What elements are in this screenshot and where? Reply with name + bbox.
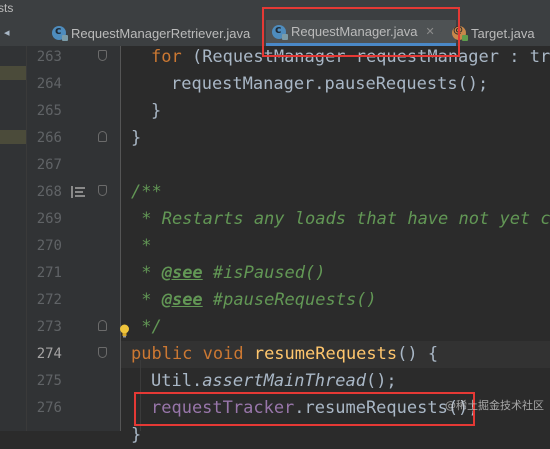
line-number: 264 <box>36 76 62 92</box>
code-line: 275 Util.assertMainThread(); <box>0 368 550 395</box>
javadoc-link[interactable]: #pauseRequests() <box>203 290 377 310</box>
code-text: Util.assertMainThread(); <box>151 368 397 395</box>
line-number: 273 <box>36 319 62 335</box>
keyword: for <box>151 47 182 67</box>
code-text: requestManager.pauseRequests(); <box>171 74 489 94</box>
tab-label: RequestManagerRetriever.java <box>71 25 251 41</box>
watermark: @稀土掘金技术社区 <box>445 399 544 412</box>
javadoc-link[interactable]: #isPaused() <box>203 263 326 283</box>
code-text: } <box>131 128 142 148</box>
comment-text: * <box>131 236 152 256</box>
code-text: public void resumeRequests() { <box>131 341 438 368</box>
fold-marker-icon[interactable] <box>98 50 107 61</box>
line-number: 267 <box>36 157 62 173</box>
fold-marker-icon[interactable] <box>98 185 107 196</box>
fold-marker-icon[interactable] <box>98 320 107 331</box>
code-text: (); <box>365 371 397 391</box>
static-method-call[interactable]: assertMainThread <box>202 371 366 391</box>
highlight-box-tab <box>262 7 460 57</box>
code-line: 270 * <box>0 233 550 260</box>
highlight-box-code <box>134 392 475 426</box>
code-line: 269 * Restarts any loads that have not y… <box>0 206 550 233</box>
code-line: 267 <box>0 152 550 179</box>
breadcrumb[interactable]: sts <box>0 1 13 15</box>
line-number: 269 <box>36 211 62 227</box>
code-text: } <box>131 425 142 445</box>
line-number: 268 <box>36 184 62 200</box>
java-class-icon <box>52 24 68 41</box>
code-line: 266 } <box>0 125 550 152</box>
line-number: 270 <box>36 238 62 254</box>
line-number: 276 <box>36 400 62 416</box>
comment-text: /** <box>131 182 162 202</box>
lightbulb-icon[interactable] <box>119 324 130 338</box>
code-line: 272 * @see #pauseRequests() <box>0 287 550 314</box>
javadoc-tag: @see <box>161 263 203 283</box>
javadoc-tag: @see <box>161 290 203 310</box>
line-number: 265 <box>36 103 62 119</box>
line-number: 271 <box>36 265 62 281</box>
line-number: 274 <box>36 346 62 362</box>
comment-text: */ <box>131 317 162 337</box>
tab-target[interactable]: Target.java <box>446 20 550 46</box>
render-doc-icon[interactable] <box>71 186 85 198</box>
code-line: 271 * @see #isPaused() <box>0 260 550 287</box>
comment-text: * <box>131 263 162 283</box>
comment-text: * <box>131 290 162 310</box>
method-name[interactable]: resumeRequests <box>254 344 397 364</box>
code-text: Util. <box>151 371 203 391</box>
code-text: () { <box>397 344 439 364</box>
line-number: 275 <box>36 373 62 389</box>
line-number: 272 <box>36 292 62 308</box>
fold-marker-icon[interactable] <box>98 347 107 358</box>
code-line: } <box>0 422 550 449</box>
comment-text: * @see #isPaused() <box>131 260 326 287</box>
tab-label: Target.java <box>471 25 535 41</box>
code-line: 264 requestManager.pauseRequests(); <box>0 71 550 98</box>
keyword: public void <box>131 344 254 364</box>
tab-scroll-left-icon[interactable]: ◂ <box>4 26 20 40</box>
code-line: 265 } <box>0 98 550 125</box>
code-line: 273 */ <box>0 314 550 341</box>
code-line: 274 public void resumeRequests() { <box>0 341 550 368</box>
fold-marker-icon[interactable] <box>98 131 107 142</box>
line-number: 263 <box>36 49 62 65</box>
tab-request-manager-retriever[interactable]: RequestManagerRetriever.java <box>46 20 262 46</box>
comment-text: * Restarts any loads that have not yet c… <box>131 209 550 229</box>
code-text: } <box>151 101 162 121</box>
comment-text: * @see #pauseRequests() <box>131 287 377 314</box>
line-number: 266 <box>36 130 62 146</box>
